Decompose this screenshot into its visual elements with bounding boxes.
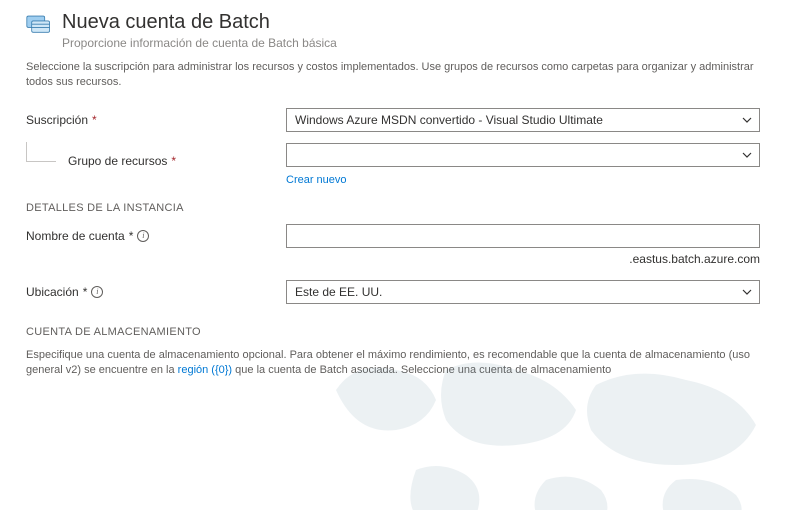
resource-group-label: Grupo de recursos <box>68 154 167 168</box>
required-indicator: * <box>171 154 176 168</box>
storage-description-2: que la cuenta de Batch asociada. Selecci… <box>232 364 611 376</box>
chevron-down-icon <box>741 286 753 298</box>
subscription-label: Suscripción <box>26 113 88 127</box>
info-icon[interactable]: i <box>91 286 103 298</box>
required-indicator: * <box>129 229 134 243</box>
batch-account-icon <box>26 12 52 38</box>
location-label: Ubicación <box>26 285 79 299</box>
location-value: Este de EE. UU. <box>295 285 382 299</box>
storage-heading: CUENTA DE ALMACENAMIENTO <box>26 326 760 338</box>
required-indicator: * <box>83 285 88 299</box>
intro-text: Seleccione la suscripción para administr… <box>26 60 760 90</box>
create-new-link[interactable]: Crear nuevo <box>286 174 347 186</box>
required-indicator: * <box>92 113 97 127</box>
chevron-down-icon <box>741 114 753 126</box>
subscription-select[interactable]: Windows Azure MSDN convertido - Visual S… <box>286 108 760 132</box>
chevron-down-icon <box>741 149 753 161</box>
storage-region-link[interactable]: región ({0}) <box>178 363 232 378</box>
account-name-label: Nombre de cuenta <box>26 229 125 243</box>
account-domain-suffix: .eastus.batch.azure.com <box>26 252 760 266</box>
info-icon[interactable]: i <box>137 230 149 242</box>
account-name-input[interactable] <box>286 224 760 248</box>
instance-details-heading: DETALLES DE LA INSTANCIA <box>26 202 760 214</box>
subscription-value: Windows Azure MSDN convertido - Visual S… <box>295 113 603 127</box>
page-title: Nueva cuenta de Batch <box>62 10 337 34</box>
resource-group-select[interactable] <box>286 143 760 167</box>
location-select[interactable]: Este de EE. UU. <box>286 280 760 304</box>
page-subtitle: Proporcione información de cuenta de Bat… <box>62 36 337 50</box>
tree-connector <box>26 142 56 162</box>
